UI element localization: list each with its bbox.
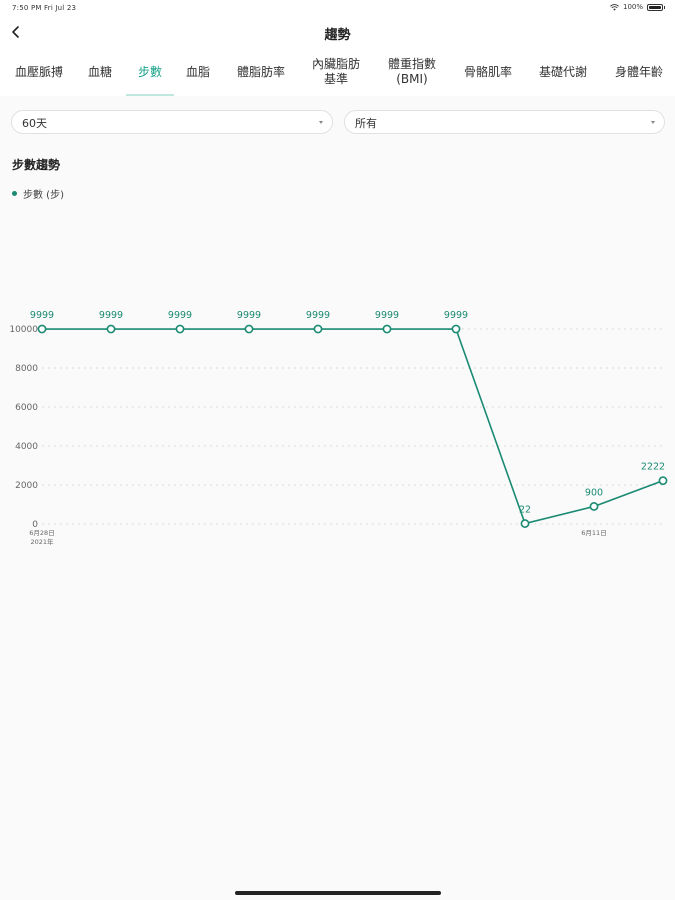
series-line [42, 328, 664, 525]
data-point [451, 324, 461, 334]
tab-7[interactable]: 骨骼肌率 [457, 48, 519, 96]
range-select-value: 60天 [22, 117, 47, 130]
tab-3[interactable]: 血脂 [180, 48, 216, 96]
status-time: 7:50 PM Fri Jul 23 [12, 4, 77, 12]
data-point [658, 476, 668, 486]
tab-5[interactable]: 內臟脂肪 基準 [305, 48, 367, 96]
tab-label: 血壓脈搏 [15, 65, 63, 80]
home-indicator [235, 891, 441, 895]
x-tick-label: 6月11日 [581, 529, 606, 537]
data-label: 9999 [237, 310, 261, 321]
wifi-icon [610, 3, 619, 11]
tab-label-line: 基準 [323, 72, 348, 86]
tab-label: 身體年齡 [615, 65, 663, 80]
y-tick-label: 2000 [15, 481, 38, 491]
tab-label: 體重指數 (BMI) [388, 57, 436, 87]
tab-label-line: 血糖 [87, 64, 112, 79]
tab-label: 血脂 [186, 65, 210, 80]
data-point [382, 324, 392, 334]
x-tick-label: 6月28日 [29, 529, 54, 537]
tab-label-line: 骨骼肌率 [463, 64, 512, 79]
range-select[interactable]: 60天 [11, 110, 333, 134]
data-label: 900 [585, 487, 603, 498]
content-area: 60天 所有 步數趨勢 步數 (步) 0 2000 4000 6000 8000 1000… [0, 96, 675, 900]
battery-percent: 100% [622, 3, 643, 11]
tab-label: 步數 [138, 65, 162, 80]
data-label: 9999 [375, 310, 399, 321]
nav-bar: 趨勢 [0, 16, 675, 48]
tab-0[interactable]: 血壓脈搏 [3, 48, 75, 96]
caret-down-icon [651, 121, 655, 124]
tab-2[interactable]: 步數 [130, 48, 170, 96]
data-point [37, 324, 47, 334]
tab-4[interactable]: 體脂肪率 [230, 48, 292, 96]
tab-6[interactable]: 體重指數 (BMI) [381, 48, 443, 96]
data-point [244, 324, 254, 334]
data-label: 9999 [30, 310, 54, 321]
data-point [520, 519, 530, 528]
tab-9[interactable]: 身體年齡 [608, 48, 670, 96]
tab-label-line: 血壓脈搏 [14, 64, 63, 79]
scope-select[interactable]: 所有 [344, 110, 665, 134]
battery-icon [647, 3, 665, 11]
data-label: 9999 [168, 310, 192, 321]
tab-label-line: 內臟脂肪 [311, 57, 360, 71]
data-label: 9999 [306, 310, 330, 321]
tab-label-line: 體脂肪率 [236, 64, 285, 79]
tab-label: 內臟脂肪 基準 [312, 57, 360, 87]
data-point [175, 324, 185, 334]
page-title: 趨勢 [324, 28, 351, 43]
y-tick-label: 8000 [15, 364, 38, 374]
scope-select-value: 所有 [355, 117, 377, 130]
data-point [589, 502, 599, 511]
tab-label-line: 基礎代謝 [538, 64, 587, 79]
steps-line-chart: 02000400060008000100006月28日2021年6月11日999… [9, 310, 668, 546]
tab-label: 骨骼肌率 [464, 65, 512, 80]
chart-title: 步數趨勢 [12, 158, 61, 172]
data-label: 22 [519, 505, 531, 516]
y-tick-label: 10000 [9, 325, 38, 335]
caret-down-icon [319, 121, 323, 124]
status-bar: 7:50 PM Fri Jul 23 100% [0, 0, 675, 16]
tab-label-line: 身體年齡 [614, 64, 663, 79]
tab-label: 體脂肪率 [237, 65, 285, 80]
y-tick-label: 6000 [15, 403, 38, 413]
tab-8[interactable]: 基礎代謝 [532, 48, 594, 96]
data-label: 9999 [99, 310, 123, 321]
tab-label-line: 體重指數 [387, 57, 436, 71]
tab-label-line: 血脂 [185, 64, 210, 79]
tab-1[interactable]: 血糖 [80, 48, 120, 96]
tab-label: 基礎代謝 [539, 65, 587, 80]
tab-strip: 血壓脈搏 血糖 步數 血脂 體脂肪率 內臟脂肪 基準 體重指數 (BMI) 骨骼肌率 基礎代謝 身體年… [0, 48, 675, 98]
tab-label-line: 步數 [137, 64, 162, 79]
status-indicators: 100% [610, 3, 665, 11]
x-tick-label: 2021年 [30, 537, 54, 546]
tab-label-line: (BMI) [396, 72, 428, 86]
tab-label: 血糖 [88, 65, 112, 80]
y-tick-label: 4000 [15, 442, 38, 452]
data-point [313, 324, 323, 334]
data-point [106, 324, 116, 334]
data-label: 2222 [641, 462, 665, 473]
data-label: 9999 [444, 310, 468, 321]
